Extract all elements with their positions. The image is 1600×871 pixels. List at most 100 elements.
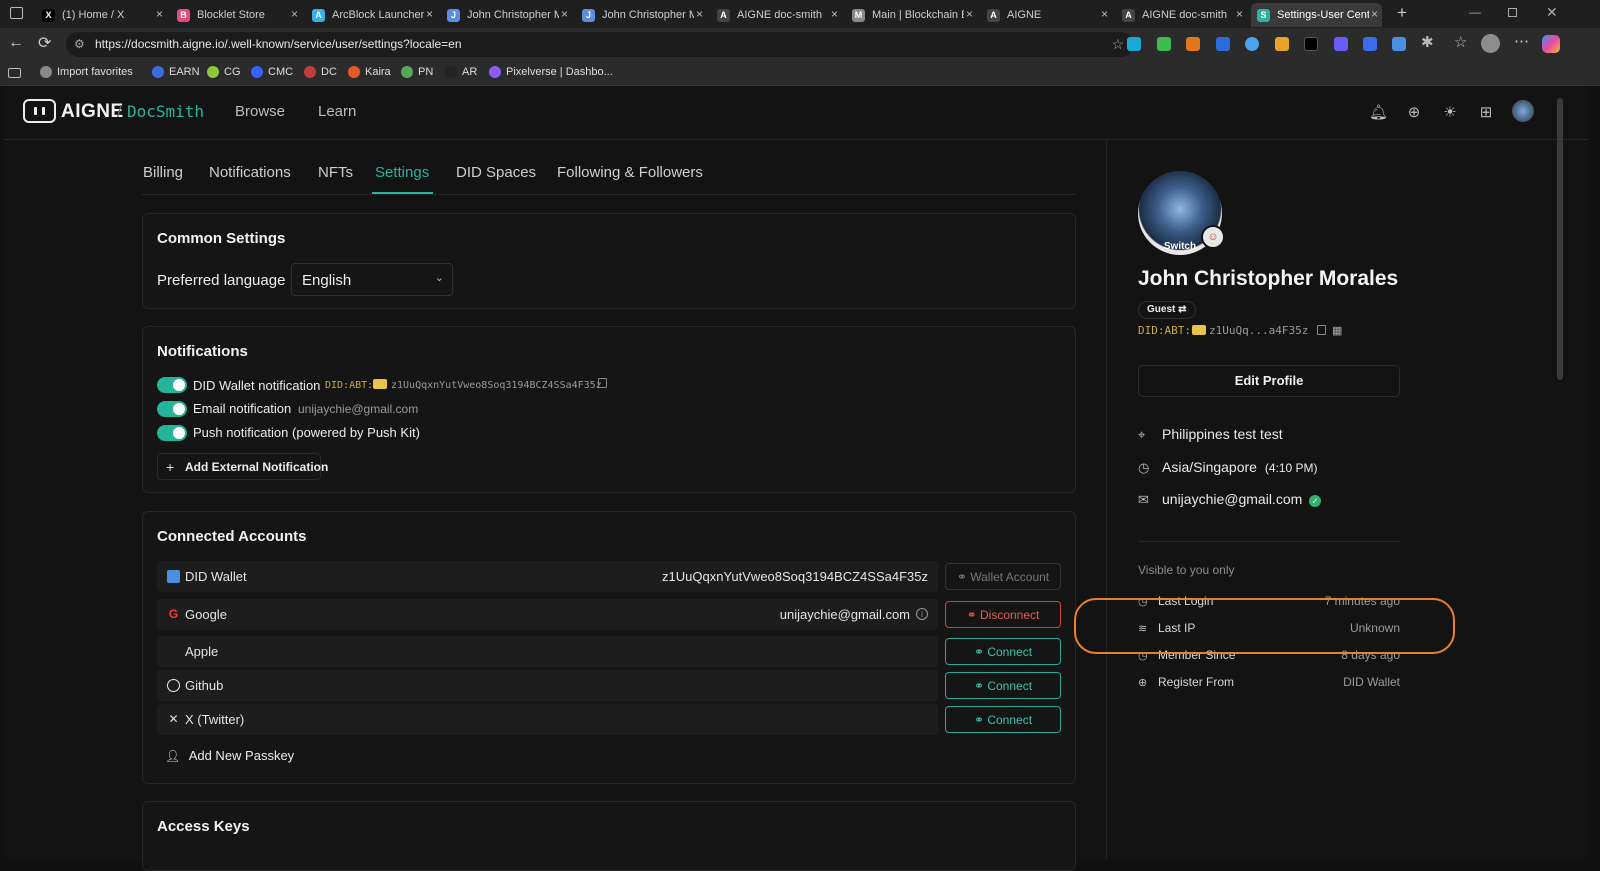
close-tab-icon[interactable]: × <box>1371 7 1378 21</box>
notification-bell-icon[interactable]: 🔔︎ <box>1369 104 1388 122</box>
tab-settings[interactable]: Settings <box>375 164 429 181</box>
tab-title: ArcBlock Launcher <box>332 9 424 21</box>
refresh-icon[interactable]: ⟳ <box>38 33 51 53</box>
qr-code-icon[interactable]: ▦ <box>1332 324 1342 337</box>
back-icon[interactable]: ← <box>8 34 24 52</box>
browser-tab[interactable]: B Blocklet Store × <box>171 3 302 27</box>
copy-did-icon[interactable] <box>1317 325 1326 335</box>
email-notification-toggle[interactable] <box>157 401 187 417</box>
tab-billing[interactable]: Billing <box>143 164 183 181</box>
restore-icon[interactable] <box>1508 8 1517 17</box>
close-window-icon[interactable]: ✕ <box>1546 4 1558 21</box>
extension-icon-3[interactable] <box>1186 37 1200 51</box>
new-tab-icon[interactable]: + <box>1397 3 1407 23</box>
tab-following-followers[interactable]: Following & Followers <box>557 164 703 181</box>
bookmark-item[interactable]: CG <box>207 66 241 78</box>
copy-icon[interactable] <box>598 378 607 388</box>
close-tab-icon[interactable]: × <box>426 7 433 21</box>
notifications-title: Notifications <box>157 343 248 360</box>
browser-tab[interactable]: A AIGNE doc-smith × <box>711 3 842 27</box>
wallet-badge-icon <box>373 379 387 389</box>
user-avatar[interactable] <box>1512 100 1534 122</box>
site-info-icon[interactable]: ⚙ <box>74 32 85 57</box>
extension-icon-2[interactable] <box>1157 37 1171 51</box>
browser-tab[interactable]: A AIGNE × <box>981 3 1112 27</box>
aigne-logo-icon[interactable] <box>23 99 56 123</box>
add-new-passkey-button[interactable]: 👤︎ Add New Passkey <box>165 747 294 767</box>
minimize-icon[interactable]: — <box>1469 5 1481 19</box>
did-prefix: DID:ABT: <box>325 380 374 391</box>
push-notification-toggle[interactable] <box>157 425 187 441</box>
browser-tab[interactable]: J John Christopher M × <box>576 3 707 27</box>
product-name[interactable]: DocSmith <box>127 102 204 121</box>
extensions-puzzle-icon[interactable]: ✱ <box>1421 33 1434 51</box>
connect-apple-button[interactable]: ⚭ Connect <box>945 638 1061 665</box>
extension-icon-10[interactable] <box>1392 37 1406 51</box>
connect-github-button[interactable]: ⚭ Connect <box>945 672 1061 699</box>
bookmark-item[interactable]: Pixelverse | Dashbo... <box>489 66 613 78</box>
favorites-icon[interactable]: ☆ <box>1454 33 1467 51</box>
bookmark-item[interactable]: Import favorites <box>40 66 133 78</box>
wallet-account-label: Wallet Account <box>970 570 1050 584</box>
close-tab-icon[interactable]: × <box>561 7 568 21</box>
more-menu-icon[interactable]: ⋯ <box>1514 32 1529 50</box>
bookmark-item[interactable]: PN <box>401 66 433 78</box>
disconnect-button[interactable]: ⚭ Disconnect <box>945 601 1061 628</box>
bookmark-favicon-icon <box>348 66 360 78</box>
close-tab-icon[interactable]: × <box>156 7 163 21</box>
profile-avatar-icon[interactable] <box>1481 34 1500 53</box>
browser-tab[interactable]: S Settings-User Cent × <box>1251 3 1382 27</box>
extension-icon-9[interactable] <box>1363 37 1377 51</box>
bookmark-item[interactable]: EARN <box>152 66 200 78</box>
apps-grid-icon[interactable]: ⊞ <box>1477 104 1495 122</box>
close-tab-icon[interactable]: × <box>831 7 838 21</box>
page-scrollbar[interactable] <box>1557 98 1563 380</box>
browser-tab[interactable]: A AIGNE doc-smith × <box>1116 3 1247 27</box>
extension-icon-4[interactable] <box>1216 37 1230 51</box>
close-tab-icon[interactable]: × <box>696 7 703 21</box>
clock-icon: ◷ <box>1138 460 1150 475</box>
close-tab-icon[interactable]: × <box>966 7 973 21</box>
nav-learn[interactable]: Learn <box>318 103 356 120</box>
sidebar-toggle-icon[interactable] <box>8 68 21 78</box>
edit-profile-button[interactable]: Edit Profile <box>1138 365 1400 397</box>
language-select[interactable]: English ⌄ <box>291 263 453 296</box>
close-tab-icon[interactable]: × <box>1101 7 1108 21</box>
browser-tab[interactable]: M Main | Blockchain E × <box>846 3 977 27</box>
tab-nfts[interactable]: NFTs <box>318 164 353 181</box>
close-tab-icon[interactable]: × <box>291 7 298 21</box>
extension-icon-6[interactable] <box>1275 37 1289 51</box>
add-external-notification-button[interactable]: + Add External Notification <box>157 453 328 480</box>
browser-tab[interactable]: J John Christopher M × <box>441 3 572 27</box>
wallet-account-button[interactable]: ⚭ Wallet Account <box>945 563 1061 590</box>
extension-icon-8[interactable] <box>1334 37 1348 51</box>
nav-browse[interactable]: Browse <box>235 103 285 120</box>
favorite-star-icon[interactable]: ☆ <box>1111 32 1124 57</box>
connect-x-button[interactable]: ⚭ Connect <box>945 706 1061 733</box>
language-globe-icon[interactable]: ⊕ <box>1405 104 1423 122</box>
extension-icon-1[interactable] <box>1127 37 1141 51</box>
role-badge[interactable]: Guest ⇄ <box>1138 301 1196 319</box>
tab-actions-icon[interactable] <box>10 7 23 19</box>
visible-label: Visible to you only <box>1138 563 1235 577</box>
bookmark-item[interactable]: CMC <box>251 66 293 78</box>
mail-icon: ✉ <box>1138 492 1149 507</box>
url-input[interactable]: ⚙ https://docsmith.aigne.io/.well-known/… <box>66 32 1134 57</box>
bookmark-item[interactable]: AR <box>445 66 477 78</box>
browser-tab[interactable]: X (1) Home / X × <box>36 3 167 27</box>
tab-did-spaces[interactable]: DID Spaces <box>456 164 536 181</box>
bookmark-item[interactable]: Kaira <box>348 66 391 78</box>
bookmark-item[interactable]: DC <box>304 66 337 78</box>
info-icon[interactable]: i <box>916 608 928 620</box>
extension-icon-7[interactable] <box>1304 37 1318 51</box>
account-row-did-wallet: DID Wallet z1UuQqxnYutVweo8Soq3194BCZ4SS… <box>157 561 938 592</box>
browser-tab[interactable]: A ArcBlock Launcher × <box>306 3 437 27</box>
extension-icon-5[interactable] <box>1245 37 1259 51</box>
copilot-icon[interactable] <box>1542 35 1560 53</box>
tab-notifications[interactable]: Notifications <box>209 164 291 181</box>
google-icon: G <box>168 607 179 621</box>
did-wallet-notification-toggle[interactable] <box>157 377 187 393</box>
theme-toggle-icon[interactable]: ☀︎ <box>1441 104 1459 122</box>
bookmark-favicon-icon <box>401 66 413 78</box>
close-tab-icon[interactable]: × <box>1236 7 1243 21</box>
